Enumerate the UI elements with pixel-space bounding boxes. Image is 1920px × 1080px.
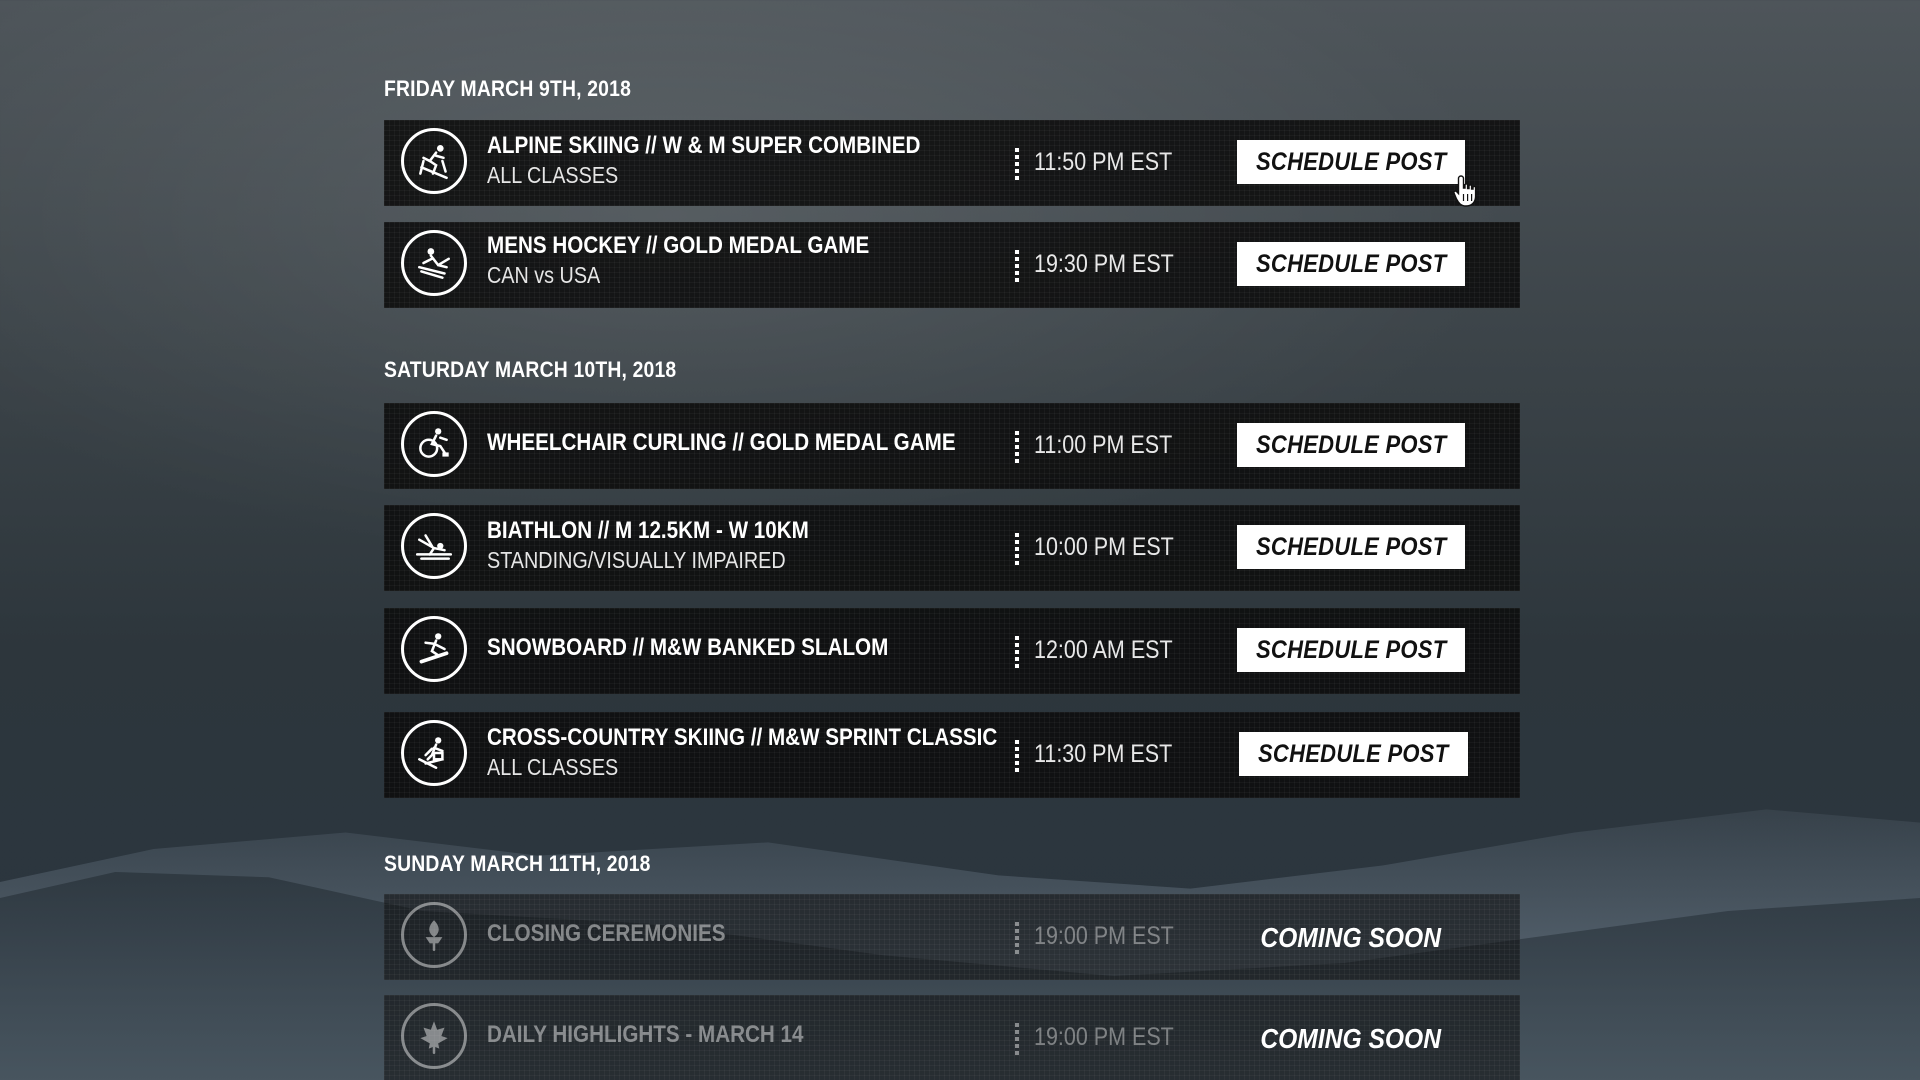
divider	[1015, 636, 1019, 668]
hand-pointer-icon	[1453, 175, 1477, 207]
event-title: DAILY HIGHLIGHTS - MARCH 14	[487, 1021, 804, 1048]
event-title: CLOSING CEREMONIES	[487, 920, 726, 947]
event-title: SNOWBOARD // M&W BANKED SLALOM	[487, 634, 889, 661]
coming-soon-text: COMING SOON	[1260, 1023, 1442, 1054]
coming-soon-label: COMING SOON	[1237, 1019, 1465, 1059]
day-heading: SUNDAY MARCH 11TH, 2018	[384, 851, 651, 876]
day-heading: SATURDAY MARCH 10TH, 2018	[384, 357, 677, 382]
divider	[1015, 148, 1019, 180]
event-time: 11:00 PM EST	[1034, 431, 1173, 459]
button-label: SCHEDULE POST	[1255, 635, 1447, 664]
schedule-post-button[interactable]: SCHEDULE POST	[1237, 628, 1465, 672]
event-row: MENS HOCKEY // GOLD MEDAL GAME CAN vs US…	[384, 222, 1520, 308]
event-time: 12:00 AM EST	[1034, 636, 1173, 664]
button-label: SCHEDULE POST	[1255, 147, 1447, 176]
event-time: 11:30 PM EST	[1034, 740, 1173, 768]
cross-country-skiing-icon	[401, 720, 467, 786]
event-time: 19:30 PM EST	[1034, 250, 1174, 278]
schedule-post-button[interactable]: SCHEDULE POST	[1237, 525, 1465, 569]
sledge-hockey-icon	[401, 230, 467, 296]
day-heading: FRIDAY MARCH 9TH, 2018	[384, 76, 632, 101]
schedule-post-button[interactable]: SCHEDULE POST	[1237, 242, 1465, 286]
event-title: MENS HOCKEY // GOLD MEDAL GAME	[487, 232, 870, 259]
event-row: DAILY HIGHLIGHTS - MARCH 14 19:00 PM EST…	[384, 995, 1520, 1080]
divider	[1015, 533, 1019, 565]
event-row: WHEELCHAIR CURLING // GOLD MEDAL GAME 11…	[384, 403, 1520, 489]
event-time: 19:00 PM EST	[1034, 1023, 1174, 1051]
event-time: 10:00 PM EST	[1034, 533, 1174, 561]
button-label: SCHEDULE POST	[1255, 532, 1447, 561]
event-subtitle: STANDING/VISUALLY IMPAIRED	[487, 547, 786, 573]
event-subtitle: ALL CLASSES	[487, 162, 619, 188]
event-title: ALPINE SKIING // W & M SUPER COMBINED	[487, 132, 921, 159]
torch-icon	[401, 902, 467, 968]
button-label: SCHEDULE POST	[1255, 249, 1447, 278]
event-title: CROSS-COUNTRY SKIING // M&W SPRINT CLASS…	[487, 724, 998, 751]
divider	[1015, 250, 1019, 282]
event-row: SNOWBOARD // M&W BANKED SLALOM 12:00 AM …	[384, 608, 1520, 694]
divider	[1015, 431, 1019, 463]
event-subtitle: ALL CLASSES	[487, 754, 619, 780]
button-label: SCHEDULE POST	[1255, 430, 1447, 459]
maple-leaf-icon	[401, 1003, 467, 1069]
event-time: 19:00 PM EST	[1034, 922, 1174, 950]
event-time: 11:50 PM EST	[1034, 148, 1173, 176]
schedule-post-button[interactable]: SCHEDULE POST	[1237, 423, 1465, 467]
button-label: SCHEDULE POST	[1258, 739, 1449, 768]
event-row: ALPINE SKIING // W & M SUPER COMBINED AL…	[384, 120, 1520, 206]
coming-soon-label: COMING SOON	[1237, 918, 1465, 958]
biathlon-icon	[401, 513, 467, 579]
divider	[1015, 1023, 1019, 1055]
event-row: BIATHLON // M 12.5KM - W 10KM STANDING/V…	[384, 505, 1520, 591]
divider	[1015, 740, 1019, 772]
coming-soon-text: COMING SOON	[1260, 922, 1442, 953]
event-title: BIATHLON // M 12.5KM - W 10KM	[487, 517, 809, 544]
event-title: WHEELCHAIR CURLING // GOLD MEDAL GAME	[487, 429, 956, 456]
schedule-post-button[interactable]: SCHEDULE POST	[1239, 732, 1468, 776]
schedule-post-button[interactable]: SCHEDULE POST	[1237, 140, 1465, 184]
snowboard-icon	[401, 616, 467, 682]
event-row: CLOSING CEREMONIES 19:00 PM EST COMING S…	[384, 894, 1520, 980]
alpine-skiing-icon	[401, 128, 467, 194]
event-row: CROSS-COUNTRY SKIING // M&W SPRINT CLASS…	[384, 712, 1520, 798]
event-subtitle: CAN vs USA	[487, 262, 601, 288]
divider	[1015, 922, 1019, 954]
wheelchair-curling-icon	[401, 411, 467, 477]
